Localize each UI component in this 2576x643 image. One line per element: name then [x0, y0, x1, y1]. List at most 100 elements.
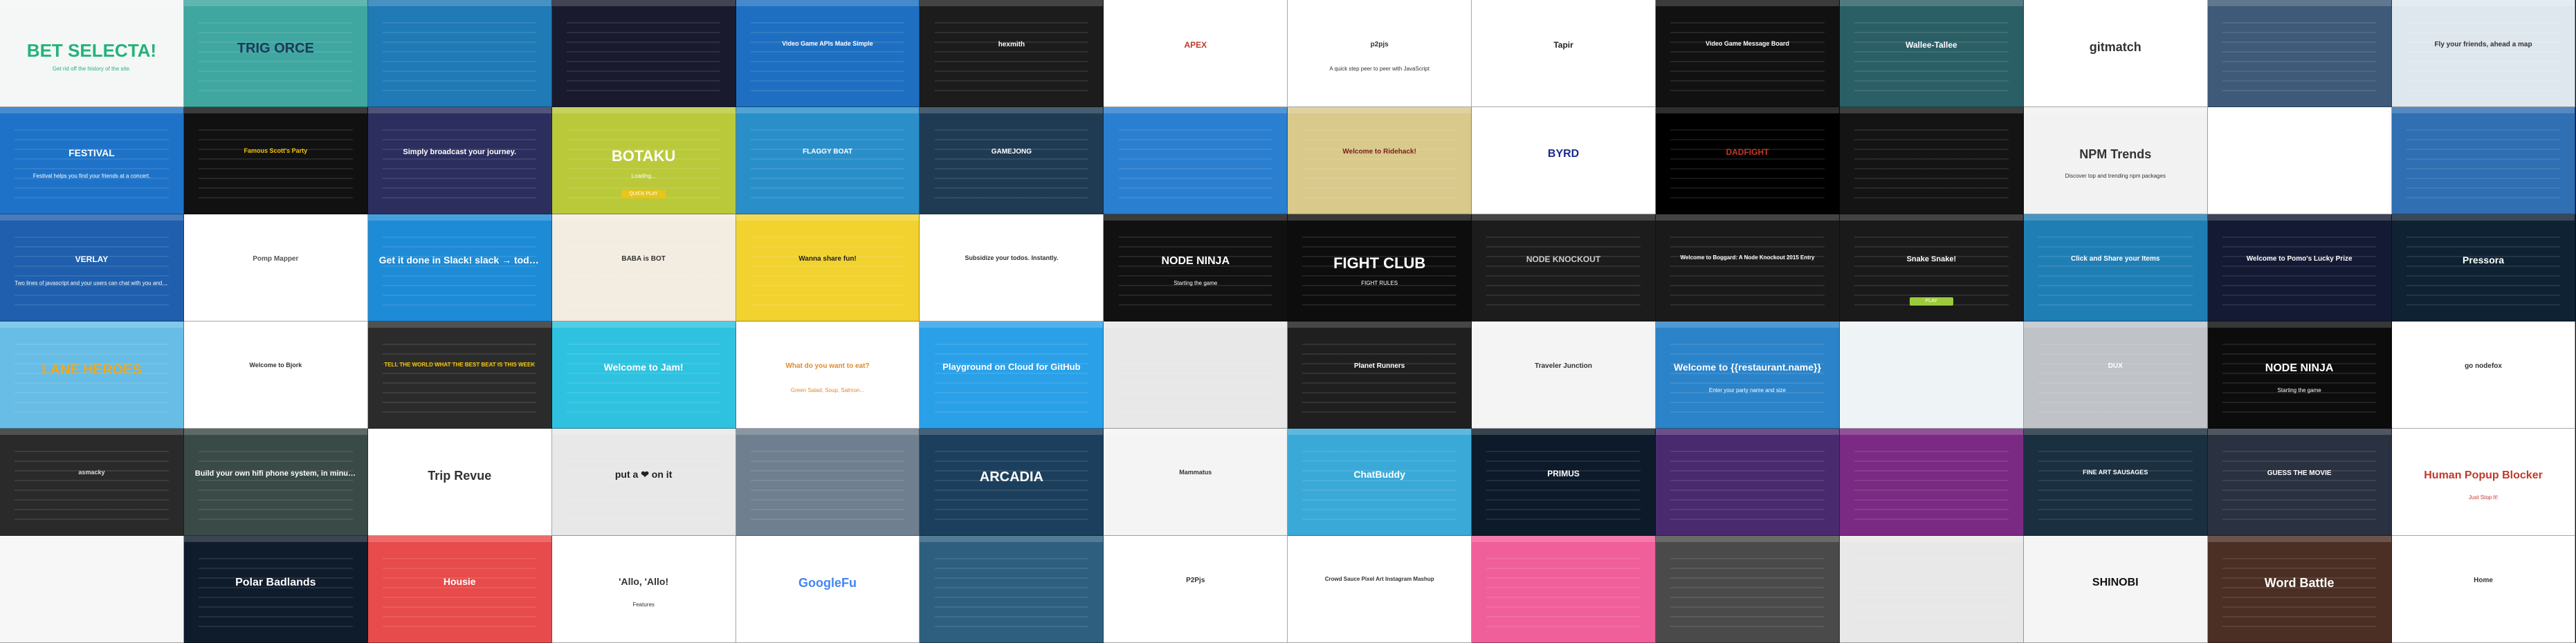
- app-tile[interactable]: Video Game APIs Made Simple: [736, 0, 920, 107]
- app-tile[interactable]: p2pjs A quick step peer to peer with Java…: [1288, 0, 1472, 107]
- app-tile[interactable]: Wanna share fun!: [736, 214, 920, 322]
- tile-button[interactable]: QUICK PLAY: [621, 190, 666, 199]
- app-tile[interactable]: Welcome to {{restaurant.name}} Enter your…: [1656, 322, 1840, 429]
- app-tile[interactable]: TRIG ORCE: [183, 0, 368, 107]
- app-tile[interactable]: [367, 0, 552, 107]
- app-tile[interactable]: VERLAY Two lines of javascript and your u…: [0, 214, 184, 322]
- app-tile[interactable]: Mammatus: [1104, 429, 1288, 536]
- app-tile[interactable]: Pressora: [2391, 214, 2576, 322]
- browser-bar: [0, 214, 183, 221]
- app-tile[interactable]: Build your own hifi phone system, in min…: [183, 429, 368, 536]
- app-tile[interactable]: Wallee-Tallee: [1839, 0, 2024, 107]
- tile-button[interactable]: PLAY: [1909, 297, 1954, 306]
- app-tile[interactable]: NPM Trends Discover top and trending npm …: [2023, 107, 2208, 214]
- page-decoration: [199, 443, 353, 521]
- app-tile[interactable]: [2207, 107, 2392, 214]
- app-tile[interactable]: Crowd Sauce Pixel Art Instagram Mashup: [1288, 536, 1472, 643]
- app-tile[interactable]: SHINOBI: [2023, 536, 2208, 643]
- app-tile[interactable]: BET SELECTA! Get rid off the history of t…: [0, 0, 184, 107]
- app-tile[interactable]: Welcome to Jam!: [551, 322, 736, 429]
- app-tile[interactable]: [1656, 429, 1840, 536]
- app-tile[interactable]: Pomp Mapper: [183, 214, 368, 322]
- app-tile[interactable]: Get it done in Slack! slack → todoist: [367, 214, 552, 322]
- browser-bar: [1472, 0, 1656, 6]
- app-tile[interactable]: DADFIGHT: [1656, 107, 1840, 214]
- tile-title: BABA is BOT: [621, 254, 666, 263]
- app-tile[interactable]: FESTIVAL Festival helps you find your fri…: [0, 107, 184, 214]
- app-tile[interactable]: Click and Share your Items: [2023, 214, 2208, 322]
- app-tile[interactable]: PRIMUS: [1472, 429, 1656, 536]
- browser-bar: [736, 214, 920, 221]
- app-tile[interactable]: hexmith: [920, 0, 1104, 107]
- app-tile[interactable]: NODE NINJA Starting the game: [1104, 214, 1288, 322]
- app-tile[interactable]: Welcome to Pomo's Lucky Prize: [2207, 214, 2392, 322]
- app-tile[interactable]: BOTAKU Loading... QUICK PLAY: [551, 107, 736, 214]
- tile-title: FLAGGY BOAT: [803, 147, 852, 156]
- app-tile[interactable]: Playground on Cloud for GitHub: [920, 322, 1104, 429]
- browser-bar: [551, 107, 736, 113]
- app-tile[interactable]: FLAGGY BOAT: [736, 107, 920, 214]
- app-tile[interactable]: put a ❤ on it: [551, 429, 736, 536]
- app-tile[interactable]: Welcome to Boggard: A Node Knockout 2015…: [1656, 214, 1840, 322]
- app-tile[interactable]: Video Game Message Board: [1656, 0, 1840, 107]
- app-tile[interactable]: [1839, 322, 2024, 429]
- app-tile[interactable]: Human Popup Blocker Just Stop It!: [2391, 429, 2576, 536]
- app-tile[interactable]: Word Battle: [2207, 536, 2392, 643]
- app-tile[interactable]: [1839, 536, 2024, 643]
- app-tile[interactable]: Polar Badlands: [183, 536, 368, 643]
- app-tile[interactable]: Welcome to Ridehack!: [1288, 107, 1472, 214]
- app-tile[interactable]: FINE ART SAUSAGES: [2023, 429, 2208, 536]
- app-tile[interactable]: P2Pjs: [1104, 536, 1288, 643]
- page-decoration: [199, 122, 353, 199]
- app-tile[interactable]: ChatBuddy: [1288, 429, 1472, 536]
- app-tile[interactable]: [1104, 322, 1288, 429]
- app-tile[interactable]: GoogleFu: [736, 536, 920, 643]
- app-tile[interactable]: Famous Scott's Party: [183, 107, 368, 214]
- app-tile[interactable]: What do you want to eat? Green Salad, Sou…: [736, 322, 920, 429]
- browser-bar: [736, 107, 920, 113]
- app-tile[interactable]: 'Allo, 'Allo! Features: [551, 536, 736, 643]
- app-tile[interactable]: [1472, 536, 1656, 643]
- app-tile[interactable]: asmacky: [0, 429, 184, 536]
- app-tile[interactable]: FIGHT CLUB FIGHT RULES: [1288, 214, 1472, 322]
- app-tile[interactable]: GAMEJONG: [920, 107, 1104, 214]
- app-tile[interactable]: [1104, 107, 1288, 214]
- app-tile[interactable]: Fly your friends, ahead a map: [2391, 0, 2576, 107]
- browser-bar: [2207, 107, 2391, 113]
- app-tile[interactable]: LANE HEROES: [0, 322, 184, 429]
- app-tile[interactable]: NODE NINJA Starting the game: [2207, 322, 2392, 429]
- app-tile[interactable]: gitmatch: [2023, 0, 2208, 107]
- app-tile[interactable]: [1656, 536, 1840, 643]
- app-tile[interactable]: [2207, 0, 2392, 107]
- app-tile[interactable]: Trip Revue: [367, 429, 552, 536]
- app-tile[interactable]: NODE KNOCKOUT: [1472, 214, 1656, 322]
- app-tile[interactable]: APEX: [1104, 0, 1288, 107]
- app-tile[interactable]: [736, 429, 920, 536]
- app-tile[interactable]: Tapir: [1472, 0, 1656, 107]
- app-tile[interactable]: Snake Snake! PLAY: [1839, 214, 2024, 322]
- page-decoration: [1302, 550, 1456, 628]
- app-tile[interactable]: [0, 536, 184, 643]
- page-decoration: [750, 336, 905, 413]
- app-tile[interactable]: [551, 0, 736, 107]
- app-tile[interactable]: [1839, 429, 2024, 536]
- app-tile[interactable]: BYRD: [1472, 107, 1656, 214]
- app-tile[interactable]: [2391, 107, 2576, 214]
- app-tile[interactable]: DUX: [2023, 322, 2208, 429]
- app-tile[interactable]: ARCADIA: [920, 429, 1104, 536]
- browser-bar: [1656, 536, 1839, 542]
- browser-bar: [1472, 214, 1656, 221]
- app-tile[interactable]: go nodefox: [2391, 322, 2576, 429]
- app-tile[interactable]: [920, 536, 1104, 643]
- app-tile[interactable]: [1839, 107, 2024, 214]
- app-tile[interactable]: Subsidize your todos. Instantly.: [920, 214, 1104, 322]
- app-tile[interactable]: Planet Runners: [1288, 322, 1472, 429]
- app-tile[interactable]: GUESS THE MOVIE: [2207, 429, 2392, 536]
- app-tile[interactable]: Traveler Junction: [1472, 322, 1656, 429]
- app-tile[interactable]: BABA is BOT: [551, 214, 736, 322]
- app-tile[interactable]: TELL THE WORLD WHAT THE BEST BEAT IS THI…: [367, 322, 552, 429]
- app-tile[interactable]: Housie: [367, 536, 552, 643]
- app-tile[interactable]: Home: [2391, 536, 2576, 643]
- app-tile[interactable]: Simply broadcast your journey.: [367, 107, 552, 214]
- app-tile[interactable]: Welcome to Bjork: [183, 322, 368, 429]
